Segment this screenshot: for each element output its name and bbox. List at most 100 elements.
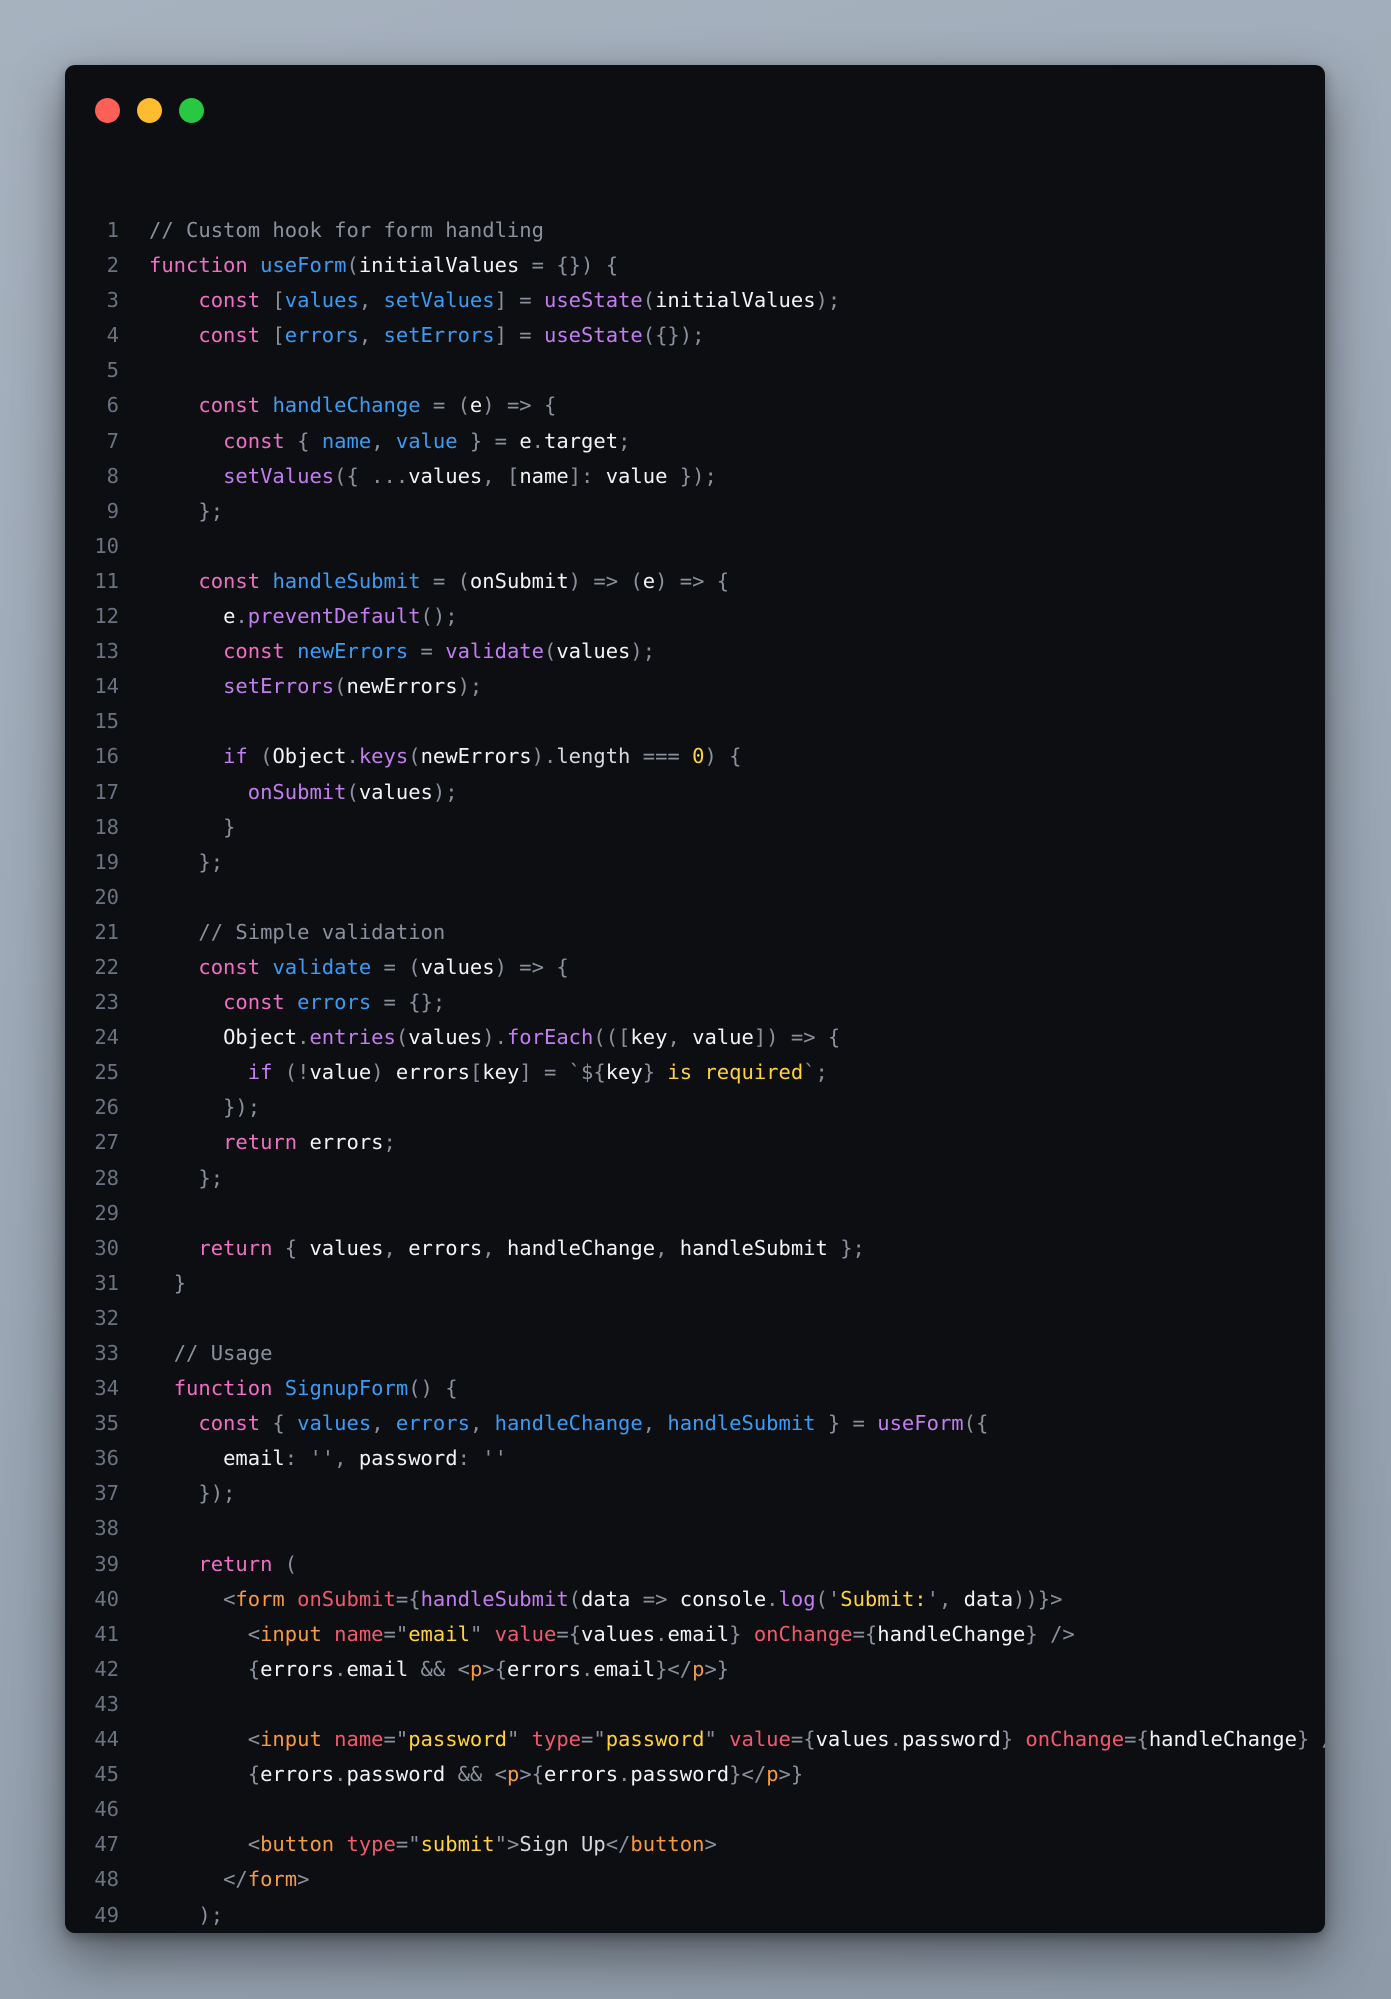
line-source: // Usage (149, 1336, 273, 1371)
code-token: // Usage (173, 1341, 273, 1365)
code-token: password (346, 1762, 446, 1787)
line-number: 37 (94, 1481, 119, 1506)
code-token: values (297, 1411, 372, 1436)
code-token: password (358, 1446, 458, 1471)
line-source: <form onSubmit={handleSubmit(data => con… (149, 1582, 1062, 1617)
close-window-icon[interactable] (95, 98, 120, 123)
code-token: setErrors (223, 674, 335, 699)
code-token: = {}) { (519, 253, 619, 278)
code-token: data (581, 1586, 631, 1611)
line-number: 11 (94, 568, 119, 593)
code-token: < (247, 1832, 261, 1857)
code-token: input (260, 1621, 322, 1646)
code-line: 14 setErrors(newErrors); (65, 669, 1325, 704)
minimize-window-icon[interactable] (137, 98, 162, 123)
code-line: 48 </form> (65, 1862, 1325, 1897)
maximize-window-icon[interactable] (179, 98, 204, 123)
code-token: , (469, 1411, 495, 1436)
code-line: 16 if (Object.keys(newErrors).length ===… (65, 739, 1325, 774)
code-line: 25 if (!value) errors[key] = `${key} is … (65, 1055, 1325, 1090)
code-token: [ (260, 323, 285, 348)
code-token: if (247, 1060, 273, 1085)
line-source: setValues({ ...values, [name]: value }); (149, 459, 717, 494)
code-token: onChange (753, 1621, 853, 1646)
code-line: 43 (65, 1687, 1325, 1722)
code-line: 42 {errors.email && <p>{errors.email}</p… (65, 1652, 1325, 1687)
code-token: values (284, 288, 359, 313)
code-token: } (642, 1060, 656, 1085)
line-source: if (Object.keys(newErrors).length === 0)… (149, 739, 741, 774)
line-source: e.preventDefault(); (149, 599, 458, 634)
code-line: 39 return ( (65, 1547, 1325, 1582)
code-token: , (482, 1235, 507, 1260)
code-token: onSubmit (247, 779, 347, 804)
line-number: 27 (94, 1130, 119, 1155)
line-number: 47 (94, 1832, 119, 1857)
code-token: type (346, 1832, 396, 1857)
code-token: ( (408, 744, 421, 769)
line-number: 34 (94, 1376, 119, 1401)
code-token: errors (544, 1762, 619, 1787)
line-number: 26 (94, 1095, 119, 1120)
code-token: values (309, 1235, 384, 1260)
code-token: =" (383, 1727, 409, 1752)
code-token: const (198, 323, 261, 348)
code-token: setValues (223, 463, 335, 488)
line-number: 28 (94, 1165, 119, 1190)
code-line: 24 Object.entries(values).forEach(([key,… (65, 1020, 1325, 1055)
code-line: 4 const [errors, setErrors] = useState({… (65, 318, 1325, 353)
line-number: 48 (94, 1867, 119, 1892)
code-token: forEach (506, 1025, 594, 1050)
code-token: 0 (692, 744, 705, 769)
code-token: , (371, 1411, 396, 1436)
code-token: errors (284, 323, 359, 348)
code-token: target (544, 428, 619, 453)
code-token: } = (457, 428, 520, 453)
code-token: ); (432, 779, 458, 804)
code-token: ) => ( (568, 568, 643, 593)
line-number: 30 (94, 1235, 119, 1260)
code-token: (); (420, 604, 458, 629)
code-token: . (531, 428, 544, 453)
code-token: return (198, 1235, 273, 1260)
code-token: const (223, 428, 285, 453)
code-token: ] = `${ (519, 1060, 606, 1085)
line-number: 43 (94, 1691, 119, 1716)
code-token: ={ (852, 1621, 878, 1646)
code-line: 38 (65, 1511, 1325, 1546)
code-token: value (729, 1727, 791, 1752)
code-token: handleChange (272, 393, 421, 418)
line-source: const validate = (values) => { (149, 950, 568, 985)
line-number: 46 (94, 1797, 119, 1822)
line-number: 4 (106, 323, 119, 348)
code-line: 28 }; (65, 1161, 1325, 1196)
code-token: && < (408, 1656, 470, 1681)
code-token: > (297, 1867, 310, 1892)
code-token: name (334, 1727, 384, 1752)
code-token: . (334, 1762, 347, 1787)
line-source: setErrors(newErrors); (149, 669, 482, 704)
code-token: , (371, 428, 396, 453)
code-token: >} (778, 1762, 804, 1787)
code-token: ] = (494, 323, 544, 348)
code-line: 32 (65, 1301, 1325, 1336)
code-token: Object (223, 1025, 298, 1050)
code-line: 5 (65, 353, 1325, 388)
code-token: , (655, 1235, 680, 1260)
code-token: const (223, 639, 285, 664)
code-token: initialValues (655, 288, 816, 313)
code-token: values (358, 779, 433, 804)
code-token: { (260, 1411, 298, 1436)
line-source: } (149, 810, 235, 845)
